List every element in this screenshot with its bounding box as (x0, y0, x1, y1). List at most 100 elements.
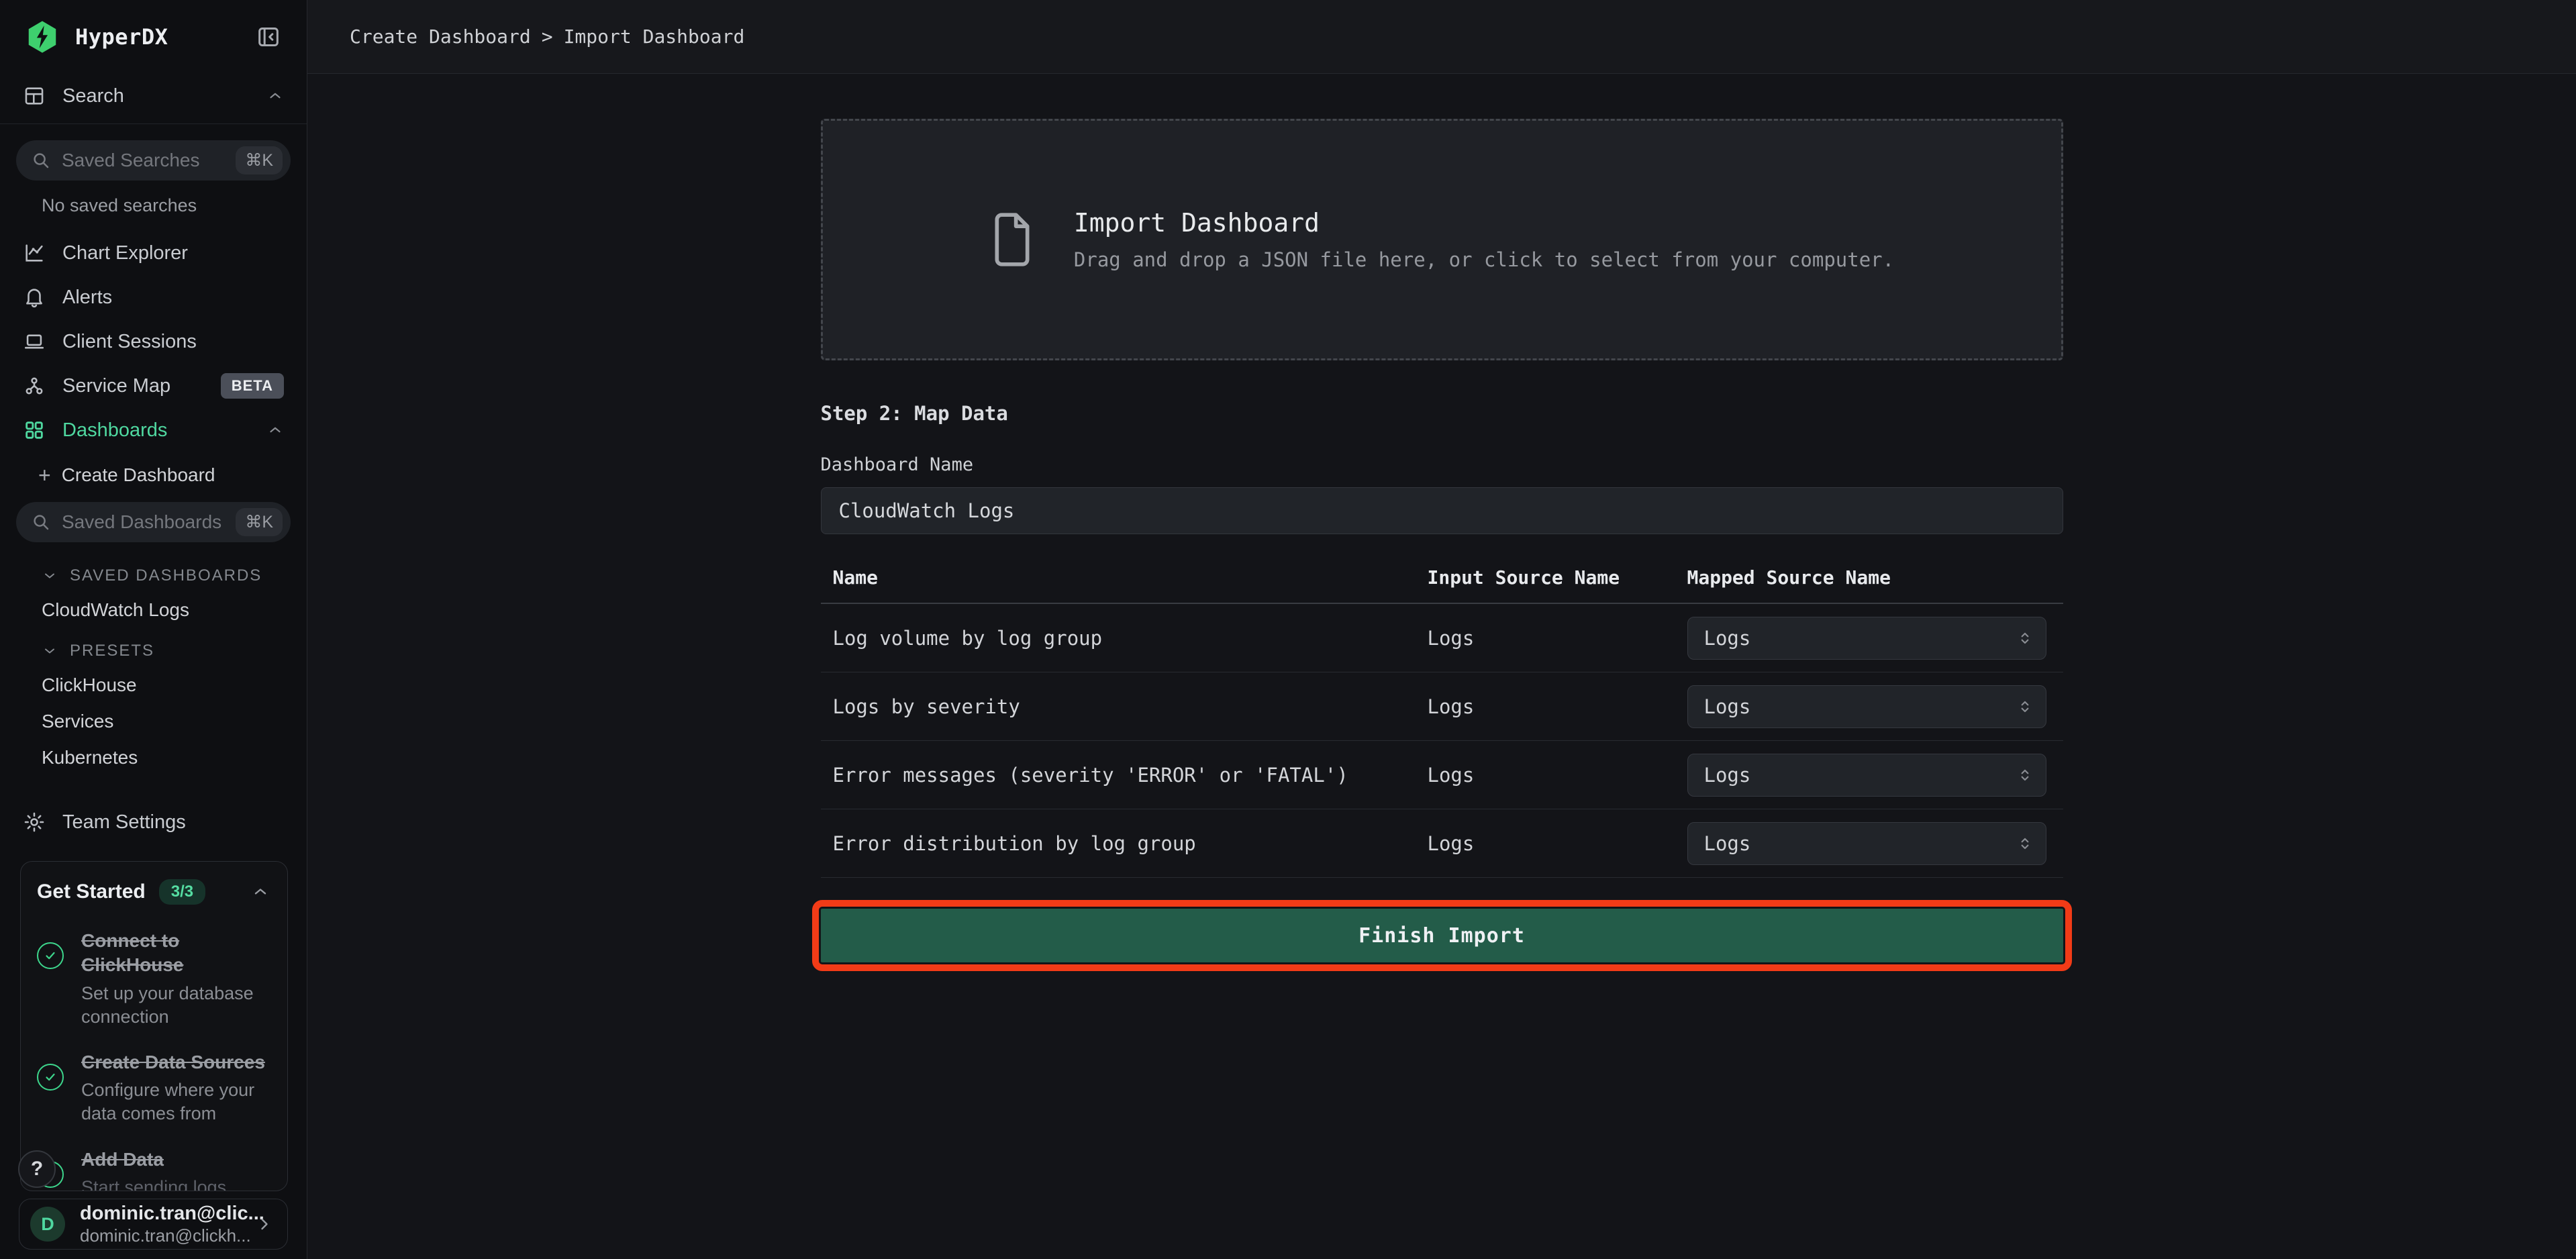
finish-import-button[interactable]: Finish Import (821, 909, 2063, 962)
chevron-up-icon (266, 421, 284, 439)
selected-value: Logs (1704, 695, 1751, 718)
presets-header[interactable]: PRESETS (0, 628, 307, 667)
sidebar-item-dashboards[interactable]: Dashboards (0, 408, 307, 452)
shortcut-badge: ⌘K (236, 146, 283, 174)
selected-value: Logs (1704, 627, 1751, 650)
chevron-up-icon (266, 87, 284, 105)
input-source-name: Logs (1428, 627, 1687, 650)
sidebar-preset-services[interactable]: Services (0, 703, 307, 740)
app-root: HyperDX Search (0, 0, 2576, 1259)
json-dropzone[interactable]: Import Dashboard Drag and drop a JSON fi… (821, 119, 2063, 360)
sidebar-item-label: Client Sessions (62, 331, 197, 353)
beta-badge: BETA (221, 373, 284, 399)
sidebar-dashboard-cloudwatch-logs[interactable]: CloudWatch Logs (0, 592, 307, 628)
saved-dashboards-input[interactable] (62, 511, 225, 533)
mapped-source-select[interactable]: Logs (1687, 754, 2046, 797)
sidebar-item-label: Chart Explorer (62, 242, 188, 264)
avatar: D (30, 1207, 65, 1242)
mapped-source-select[interactable]: Logs (1687, 685, 2046, 728)
chevron-down-icon (42, 643, 58, 659)
tree-header-label: SAVED DASHBOARDS (70, 566, 262, 585)
tree-header-label: PRESETS (70, 642, 154, 660)
selected-value: Logs (1704, 764, 1751, 787)
service-map-icon (22, 374, 46, 398)
chevron-up-down-icon (2016, 835, 2034, 852)
saved-dashboards-header[interactable]: SAVED DASHBOARDS (0, 553, 307, 592)
finish-import-annotation-box: Finish Import (821, 909, 2063, 962)
get-started-card: Get Started 3/3 Connect to ClickHouse Se… (20, 861, 288, 1191)
task-title: Connect to ClickHouse (81, 929, 270, 978)
panel-name: Logs by severity (821, 695, 1428, 718)
sidebar-item-search[interactable]: Search (0, 74, 307, 118)
get-started-item-add-data[interactable]: Add Data Start sending logs, metrics, or… (37, 1138, 270, 1191)
chevron-up-down-icon (2016, 698, 2034, 715)
create-dashboard-button[interactable]: + Create Dashboard (0, 452, 307, 498)
table-row: Log volume by log group Logs Logs (821, 604, 2063, 672)
user-email: dominic.tran@clickh... (80, 1225, 240, 1246)
topbar: Create Dashboard > Import Dashboard (307, 0, 2576, 74)
sidebar-item-client-sessions[interactable]: Client Sessions (0, 319, 307, 364)
saved-dashboards-searchbox[interactable]: ⌘K (16, 502, 291, 542)
sidebar-item-label: Dashboards (62, 419, 167, 442)
get-started-progress-badge: 3/3 (159, 879, 205, 905)
dashboard-name-input[interactable] (821, 487, 2063, 534)
hyperdx-logo-icon (24, 19, 60, 55)
logo-row: HyperDX (0, 0, 307, 74)
search-icon (31, 150, 51, 170)
sidebar: HyperDX Search (0, 0, 307, 1259)
saved-searches-input[interactable] (62, 150, 225, 171)
get-started-item-connect[interactable]: Connect to ClickHouse Set up your databa… (37, 919, 270, 1041)
main-area: Create Dashboard > Import Dashboard Impo… (307, 0, 2576, 1259)
sidebar-item-service-map[interactable]: Service Map BETA (0, 364, 307, 408)
chevron-up-icon (251, 883, 270, 901)
task-title: Create Data Sources (81, 1050, 270, 1074)
check-circle-icon (37, 942, 64, 969)
gear-icon (22, 810, 46, 834)
panel-name: Error messages (severity 'ERROR' or 'FAT… (821, 764, 1428, 787)
help-label: ? (31, 1158, 43, 1180)
file-icon (989, 210, 1035, 269)
saved-searches-searchbox[interactable]: ⌘K (16, 140, 291, 181)
user-menu[interactable]: D dominic.tran@clic... dominic.tran@clic… (19, 1199, 288, 1250)
panel-name: Log volume by log group (821, 627, 1428, 650)
user-name: dominic.tran@clic... (80, 1202, 240, 1225)
bell-icon (22, 285, 46, 309)
sidebar-preset-clickhouse[interactable]: ClickHouse (0, 667, 307, 703)
sidebar-divider (0, 123, 307, 124)
help-button[interactable]: ? (18, 1150, 56, 1188)
breadcrumb: Create Dashboard > Import Dashboard (350, 26, 744, 48)
get-started-title: Get Started (37, 880, 146, 903)
brand-name: HyperDX (75, 24, 168, 50)
import-column: Import Dashboard Drag and drop a JSON fi… (821, 74, 2063, 1259)
search-icon (31, 512, 51, 532)
create-dashboard-label: Create Dashboard (62, 464, 215, 486)
laptop-icon (22, 330, 46, 354)
sidebar-item-alerts[interactable]: Alerts (0, 275, 307, 319)
mapped-source-select[interactable]: Logs (1687, 617, 2046, 660)
content-scroll-area: Import Dashboard Drag and drop a JSON fi… (307, 74, 2576, 1259)
task-description: Configure where your data comes from (81, 1078, 270, 1125)
dropzone-subtitle: Drag and drop a JSON file here, or click… (1074, 248, 1894, 271)
sidebar-item-label: Search (62, 85, 124, 107)
column-header-name: Name (821, 566, 1428, 589)
collapse-sidebar-button[interactable] (253, 21, 284, 52)
check-circle-icon (37, 1064, 64, 1091)
sidebar-item-team-settings[interactable]: Team Settings (0, 800, 307, 844)
sidebar-item-chart-explorer[interactable]: Chart Explorer (0, 231, 307, 275)
sidebar-preset-kubernetes[interactable]: Kubernetes (0, 740, 307, 776)
column-header-mapped-source: Mapped Source Name (1687, 566, 2063, 589)
avatar-initial: D (41, 1214, 54, 1235)
mapped-source-select[interactable]: Logs (1687, 822, 2046, 865)
chevron-up-down-icon (2016, 766, 2034, 784)
breadcrumb-create-dashboard[interactable]: Create Dashboard (350, 26, 531, 48)
task-description: Set up your database connection (81, 982, 270, 1029)
table-row: Logs by severity Logs Logs (821, 672, 2063, 741)
task-description: Start sending logs, metrics, or traces (81, 1176, 270, 1191)
get-started-item-sources[interactable]: Create Data Sources Configure where your… (37, 1041, 270, 1138)
get-started-header[interactable]: Get Started 3/3 (37, 879, 270, 919)
panel-name: Error distribution by log group (821, 832, 1428, 855)
sidebar-item-label: Service Map (62, 375, 170, 397)
input-source-name: Logs (1428, 832, 1687, 855)
breadcrumb-import-dashboard: Import Dashboard (564, 26, 745, 48)
sidebar-item-label: Alerts (62, 287, 112, 309)
